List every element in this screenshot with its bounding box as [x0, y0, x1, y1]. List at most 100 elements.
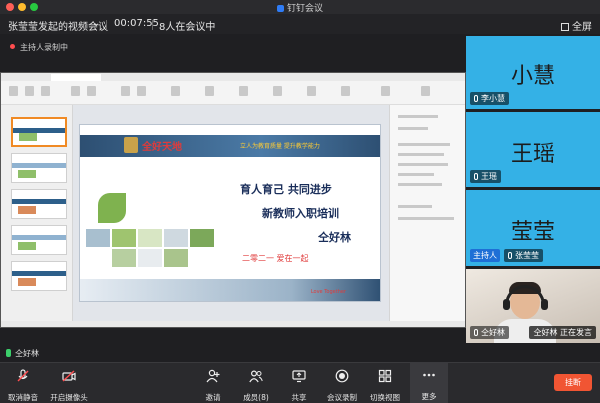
participant-name: 李小慧	[481, 94, 505, 103]
tool-icon	[205, 86, 214, 96]
record-icon	[335, 368, 349, 383]
panel-line	[398, 217, 454, 220]
school-emblem-icon	[124, 137, 138, 153]
slide-thumbnail	[11, 189, 67, 219]
microphone-icon	[474, 95, 478, 102]
slide-heading-3: 仝好林	[318, 231, 351, 244]
grid-view-icon	[378, 368, 392, 383]
shared-app-toolbar	[1, 81, 465, 105]
participant-avatar-text: 莹莹	[510, 220, 555, 245]
recording-dot-icon	[10, 44, 15, 49]
photo-tile	[112, 229, 136, 247]
presentation-slide: 全好天地 立人为教育质量 提升教学能力 育人育己 共同进步 新教师入职培训 仝好…	[79, 124, 381, 302]
participant-name: 张莹莹	[515, 251, 539, 260]
more-label: 更多	[421, 392, 437, 401]
recording-indicator: 主持人录制中	[10, 42, 68, 53]
microphone-icon	[474, 173, 478, 180]
title-bar: 钉钉会议	[0, 0, 600, 14]
speaking-status: 仝好林 正在发言	[529, 326, 596, 339]
current-speaker: 仝好林	[6, 348, 39, 359]
speaking-name: 仝好林	[533, 328, 558, 337]
panel-line	[398, 205, 432, 208]
tool-icon	[25, 86, 34, 96]
panel-line	[398, 127, 428, 130]
unmute-label: 取消静音	[8, 393, 38, 402]
photo-tile	[138, 249, 162, 267]
tool-icon	[171, 86, 180, 96]
members-button[interactable]: 成员(8)	[233, 368, 279, 403]
tool-icon	[341, 86, 350, 96]
headset-ear-icon	[541, 299, 548, 310]
leaf-image	[98, 193, 126, 223]
panel-line	[398, 153, 444, 156]
slide-heading-2: 新教师入职培训	[262, 207, 339, 220]
panel-line	[398, 183, 442, 186]
shared-app-side-panel	[389, 105, 465, 321]
invite-label: 邀请	[205, 393, 221, 402]
participant-tile[interactable]: 王瑶 王瑶	[466, 112, 600, 187]
microphone-icon	[474, 329, 478, 336]
record-button[interactable]: 会议录制	[319, 368, 365, 403]
microphone-icon	[508, 252, 512, 259]
speaking-label: 正在发言	[560, 328, 592, 337]
muted-microphone-icon	[16, 368, 30, 382]
tool-icon	[9, 86, 18, 96]
panel-line	[398, 115, 438, 118]
participant-name: 仝好林	[481, 328, 505, 337]
participant-name-chip: 王瑶	[470, 170, 501, 183]
shared-app-tab	[51, 74, 101, 81]
tool-icon	[239, 86, 248, 96]
shared-app-tabbar	[1, 73, 465, 81]
current-speaker-name: 仝好林	[15, 349, 39, 358]
participant-name-chip: 张莹莹	[504, 249, 543, 262]
tool-icon	[307, 86, 316, 96]
participant-avatar-text: 王瑶	[510, 142, 555, 167]
shared-app-statusbar	[1, 321, 465, 327]
attendance-count[interactable]: 8人在会议中	[159, 18, 215, 33]
tool-icon	[273, 86, 282, 96]
share-screen-icon	[292, 368, 306, 383]
host-badge: 主持人	[470, 249, 500, 262]
divider	[106, 20, 107, 30]
slide-thumbnail	[11, 153, 67, 183]
app-title: 钉钉会议	[0, 1, 600, 14]
meeting-window: 钉钉会议 张莹莹发起的视频会议 ⌄ 00:07:55 8人在会议中 全屏 主持人…	[0, 0, 600, 403]
invite-button[interactable]: 邀请	[190, 368, 236, 403]
unmute-button[interactable]: 取消静音	[0, 368, 46, 403]
add-person-icon	[206, 368, 220, 383]
fullscreen-label: 全屏	[572, 22, 592, 33]
chevron-down-icon[interactable]: ⌄	[92, 18, 100, 29]
panel-line	[398, 143, 450, 146]
leave-meeting-button[interactable]: 挂断	[554, 374, 592, 391]
participant-video-tile[interactable]: 仝好林 仝好林 正在发言	[466, 269, 600, 343]
slide-canvas: 全好天地 立人为教育质量 提升教学能力 育人育己 共同进步 新教师入职培训 仝好…	[73, 105, 389, 321]
panel-line	[398, 173, 434, 176]
tool-icon	[137, 86, 146, 96]
slide-year-line: 二零二一 爱在一起	[242, 254, 309, 263]
slide-tagline: Love Together	[310, 289, 346, 295]
recording-label: 主持人录制中	[20, 43, 68, 52]
photo-tile	[190, 229, 214, 247]
participant-avatar-text: 小慧	[510, 64, 555, 89]
app-title-text: 钉钉会议	[286, 4, 323, 14]
more-button[interactable]: 更多	[406, 367, 452, 403]
tool-icon	[121, 86, 130, 96]
tool-icon	[41, 86, 50, 96]
photo-tile	[164, 249, 188, 267]
tool-icon	[381, 86, 390, 96]
fullscreen-icon	[561, 23, 569, 31]
members-label: 成员(8)	[243, 393, 269, 402]
switch-view-button[interactable]: 切换视图	[362, 368, 408, 403]
meeting-info-bar: 张莹莹发起的视频会议 ⌄ 00:07:55 8人在会议中 全屏	[0, 14, 600, 34]
fullscreen-button[interactable]: 全屏	[561, 18, 592, 33]
tool-icon	[71, 86, 80, 96]
participant-tile[interactable]: 莹莹 主持人 张莹莹	[466, 190, 600, 266]
camera-label: 开启摄像头	[50, 393, 88, 402]
share-button[interactable]: 共享	[276, 368, 322, 403]
share-label: 共享	[291, 393, 307, 402]
start-camera-button[interactable]: 开启摄像头	[46, 368, 92, 403]
more-dots-icon	[422, 367, 436, 381]
participant-tile[interactable]: 小慧 李小慧	[466, 36, 600, 109]
participant-name-chip: 仝好林	[470, 326, 509, 339]
participant-name-chip: 李小慧	[470, 92, 509, 105]
